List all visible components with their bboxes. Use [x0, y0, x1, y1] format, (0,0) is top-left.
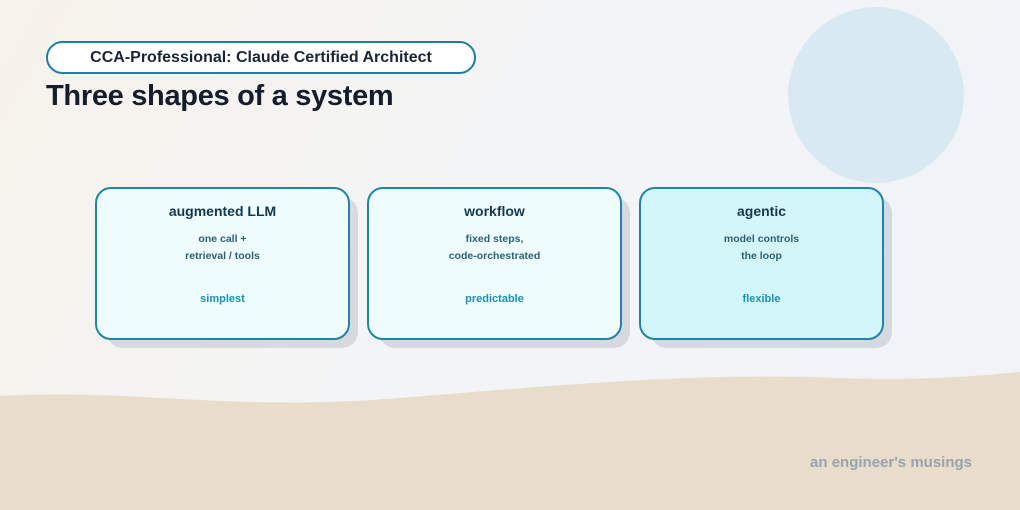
page-title: Three shapes of a system: [46, 80, 394, 112]
card-augmented-llm: augmented LLM one call + retrieval / too…: [95, 187, 350, 340]
card-title: workflow: [464, 203, 525, 219]
card-description-line: the loop: [741, 250, 782, 262]
card-description: model controls the loop: [641, 231, 882, 265]
card-trait: flexible: [742, 293, 781, 305]
card-description: fixed steps, code-orchestrated: [369, 231, 620, 265]
card-title: augmented LLM: [168, 203, 277, 219]
footer-signature: an engineer's musings: [810, 454, 972, 471]
card-trait: simplest: [200, 293, 245, 305]
decorative-circle: [788, 7, 964, 183]
certification-badge-label: CCA-Professional: Claude Certified Archi…: [90, 48, 432, 66]
card-trait: predictable: [465, 293, 524, 305]
card-description-line: one call +: [198, 233, 247, 245]
card-description-line: fixed steps,: [465, 233, 524, 245]
card-description: one call + retrieval / tools: [97, 231, 348, 265]
certification-badge: CCA-Professional: Claude Certified Archi…: [46, 41, 476, 74]
card-workflow: workflow fixed steps, code-orchestrated …: [367, 187, 622, 340]
card-agentic: agentic model controls the loop flexible: [639, 187, 884, 340]
card-description-line: retrieval / tools: [185, 250, 260, 262]
card-description-line: model controls: [723, 233, 800, 245]
sand-wave: [0, 372, 1020, 510]
card-description-line: code-orchestrated: [448, 250, 541, 262]
card-title: agentic: [736, 203, 786, 219]
